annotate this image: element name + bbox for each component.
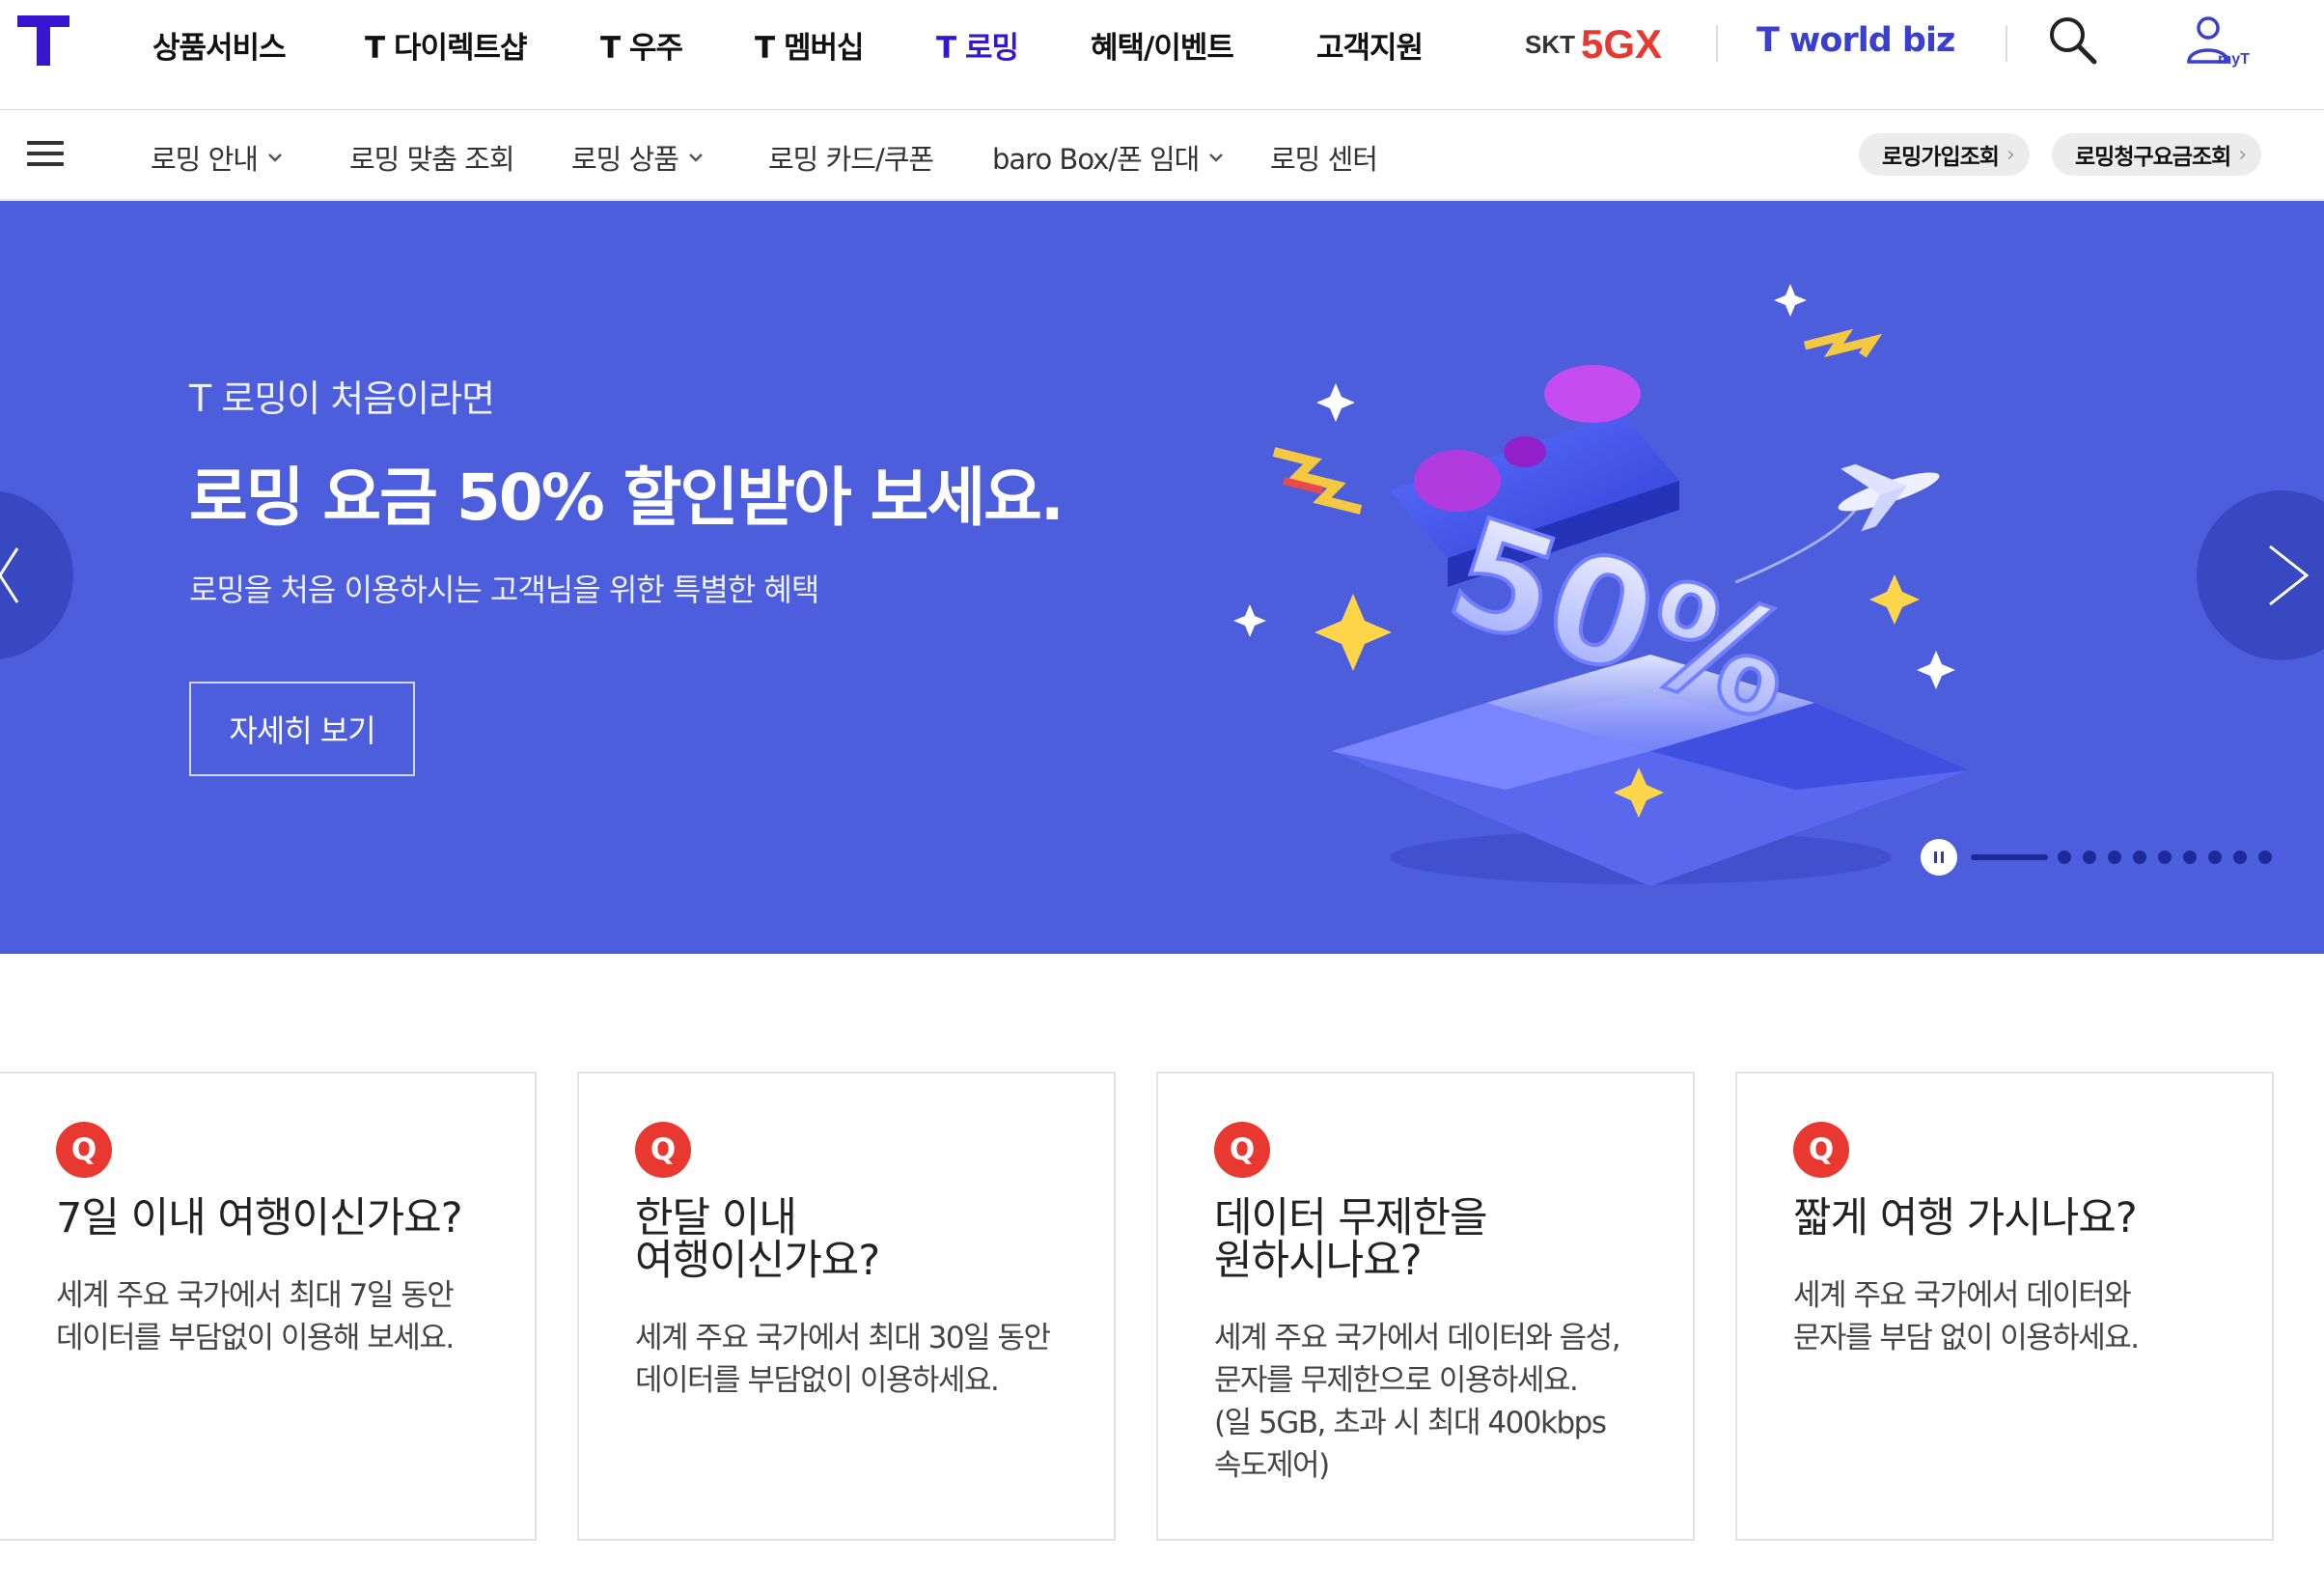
q-badge: Q [635, 1122, 691, 1178]
faq-card-7-days[interactable]: Q 7일 이내 여행이신가요? 세계 주요 국가에서 최대 7일 동안 데이터를… [0, 1072, 537, 1541]
gnb-item-t-universe[interactable]: T 우주 [600, 23, 683, 67]
skt-logo-text: SKT [1525, 30, 1575, 59]
card-title-line: 원하시나요? [1214, 1237, 1423, 1285]
skt-5gx-logo[interactable]: SKT 5GX [1525, 21, 1679, 66]
myt-user-icon[interactable]: myT [2175, 12, 2253, 79]
card-title: 7일 이내 여행이신가요? [56, 1194, 463, 1242]
card-title-line: 한달 이내 [635, 1194, 797, 1242]
lnb-item-label: 로밍 맞춤 조회 [349, 143, 515, 176]
roaming-subscription-lookup-button[interactable]: 로밍가입조회 › [1859, 133, 2030, 176]
gift-box-50-percent-illustration: 50% [1233, 284, 1969, 886]
gnb-item-direct-shop[interactable]: T 다이렉트샵 [365, 23, 528, 67]
slide-indicator[interactable] [2058, 851, 2071, 864]
slide-indicator[interactable] [2158, 851, 2172, 864]
faq-card-unlimited-data[interactable]: Q 데이터 무제한을 원하시나요? 세계 주요 국가에서 데이터와 음성, 문자… [1156, 1072, 1695, 1541]
hero-title: 로밍 요금 50% 할인받아 보세요. [189, 461, 1065, 535]
lnb-item-roaming-guide[interactable]: 로밍 안내 [151, 137, 283, 178]
card-description-line: (일 5GB, 초과 시 최대 400kbps [1214, 1406, 1607, 1440]
slide-pager [1921, 839, 2283, 876]
lnb-item-roaming-products[interactable]: 로밍 상품 [571, 137, 704, 178]
slide-indicator-active[interactable] [1971, 854, 2048, 860]
chevron-down-icon [268, 154, 282, 162]
slide-indicator[interactable] [2233, 851, 2247, 864]
chevron-right-icon: › [2006, 142, 2015, 167]
card-title-line: 여행이신가요? [635, 1237, 880, 1285]
faq-card-short-trip[interactable]: Q 짧게 여행 가시나요? 세계 주요 국가에서 데이터와 문자를 부담 없이 … [1735, 1072, 2274, 1541]
slide-indicator[interactable] [2133, 851, 2146, 864]
lnb-item-baro-box-rental[interactable]: baro Box/폰 임대 [992, 137, 1224, 178]
lnb-item-label: 로밍 상품 [571, 143, 679, 176]
local-navigation-bar: 로밍 안내 로밍 맞춤 조회 로밍 상품 로밍 카드/쿠폰 baro Box/폰… [0, 110, 2324, 200]
pill-label: 로밍청구요금조회 [2075, 145, 2231, 170]
hero-banner: T 로밍이 처음이라면 로밍 요금 50% 할인받아 보세요. 로밍을 처음 이… [0, 201, 2324, 954]
chevron-left-icon [0, 547, 19, 603]
lnb-item-label: baro Box/폰 임대 [992, 143, 1200, 176]
card-description-line: 데이터를 부담없이 이용해 보세요. [56, 1321, 455, 1355]
next-slide-button[interactable] [2197, 490, 2324, 660]
hero-subtitle: T 로밍이 처음이라면 [189, 377, 495, 420]
lnb-item-label: 로밍 센터 [1270, 143, 1378, 176]
faq-card-30-days[interactable]: Q 한달 이내 여행이신가요? 세계 주요 국가에서 최대 30일 동안 데이터… [577, 1072, 1116, 1541]
gnb-item-membership[interactable]: T 멤버십 [755, 23, 864, 67]
card-description-line: 세계 주요 국가에서 최대 30일 동안 [635, 1321, 1051, 1355]
card-description-line: 세계 주요 국가에서 데이터와 [1793, 1278, 2132, 1313]
slide-indicator[interactable] [2183, 851, 2197, 864]
chevron-down-icon [1209, 154, 1224, 162]
card-description: 세계 주요 국가에서 데이터와 문자를 부담 없이 이용하세요. [1793, 1274, 2256, 1359]
slide-indicator[interactable] [2108, 851, 2121, 864]
pill-label: 로밍가입조회 [1882, 145, 2000, 170]
5gx-logo-text: 5GX [1581, 21, 1662, 66]
gnb-item-roaming[interactable]: T 로밍 [936, 23, 1019, 67]
view-details-button[interactable]: 자세히 보기 [189, 682, 415, 776]
card-description: 세계 주요 국가에서 데이터와 음성, 문자를 무제한으로 이용하세요. (일 … [1214, 1317, 1677, 1487]
card-title-line: 데이터 무제한을 [1214, 1194, 1488, 1242]
card-title: 한달 이내 여행이신가요? [635, 1197, 1098, 1282]
slide-indicator[interactable] [2258, 851, 2272, 864]
pause-button[interactable] [1921, 839, 1957, 876]
chevron-down-icon [689, 154, 703, 162]
gnb-item-customer-support[interactable]: 고객지원 [1316, 23, 1424, 67]
gnb-item-benefits-events[interactable]: 혜택/이벤트 [1091, 23, 1234, 67]
tworld-biz-link[interactable]: T world biz [1757, 21, 1955, 60]
card-description-line: 데이터를 부담없이 이용하세요. [635, 1363, 1000, 1398]
lnb-item-roaming-custom-search[interactable]: 로밍 맞춤 조회 [349, 137, 515, 178]
slide-indicator[interactable] [2208, 851, 2222, 864]
lnb-item-roaming-center[interactable]: 로밍 센터 [1270, 137, 1378, 178]
q-badge: Q [1214, 1122, 1270, 1178]
slide-indicator[interactable] [2083, 851, 2096, 864]
chevron-right-icon: › [2238, 142, 2247, 167]
search-icon[interactable] [2044, 12, 2102, 70]
card-description-line: 문자를 부담 없이 이용하세요. [1793, 1321, 2140, 1355]
lnb-item-label: 로밍 안내 [151, 143, 259, 176]
roaming-billing-lookup-button[interactable]: 로밍청구요금조회 › [2052, 133, 2262, 176]
card-description-line: 세계 주요 국가에서 최대 7일 동안 [56, 1278, 455, 1313]
card-description: 세계 주요 국가에서 최대 7일 동안 데이터를 부담없이 이용해 보세요. [56, 1274, 519, 1359]
lnb-item-label: 로밍 카드/쿠폰 [768, 143, 934, 176]
q-badge: Q [1793, 1122, 1849, 1178]
card-description-line: 속도제어) [1214, 1448, 1330, 1483]
lnb-item-roaming-card-coupon[interactable]: 로밍 카드/쿠폰 [768, 137, 934, 178]
card-title: 짧게 여행 가시나요? [1793, 1194, 2138, 1242]
q-badge: Q [56, 1122, 112, 1178]
hero-description: 로밍을 처음 이용하시는 고객님을 위한 특별한 혜택 [189, 572, 819, 608]
card-description: 세계 주요 국가에서 최대 30일 동안 데이터를 부담없이 이용하세요. [635, 1317, 1098, 1402]
gnb-divider [2006, 25, 2007, 62]
gnb-item-products[interactable]: 상품서비스 [152, 23, 287, 67]
prev-slide-button[interactable] [0, 490, 73, 660]
card-title: 데이터 무제한을 원하시나요? [1214, 1197, 1677, 1282]
t-logo-icon[interactable] [17, 14, 71, 68]
gnb-divider [1716, 25, 1718, 62]
hamburger-menu-icon[interactable] [27, 141, 64, 168]
chevron-right-icon [2269, 544, 2310, 606]
card-description-line: 문자를 무제한으로 이용하세요. [1214, 1363, 1579, 1398]
card-description-line: 세계 주요 국가에서 데이터와 음성, [1214, 1321, 1621, 1355]
global-navigation-bar: 상품서비스 T 다이렉트샵 T 우주 T 멤버십 T 로밍 혜택/이벤트 고객지… [0, 0, 2324, 110]
myt-label: myT [2218, 51, 2250, 68]
